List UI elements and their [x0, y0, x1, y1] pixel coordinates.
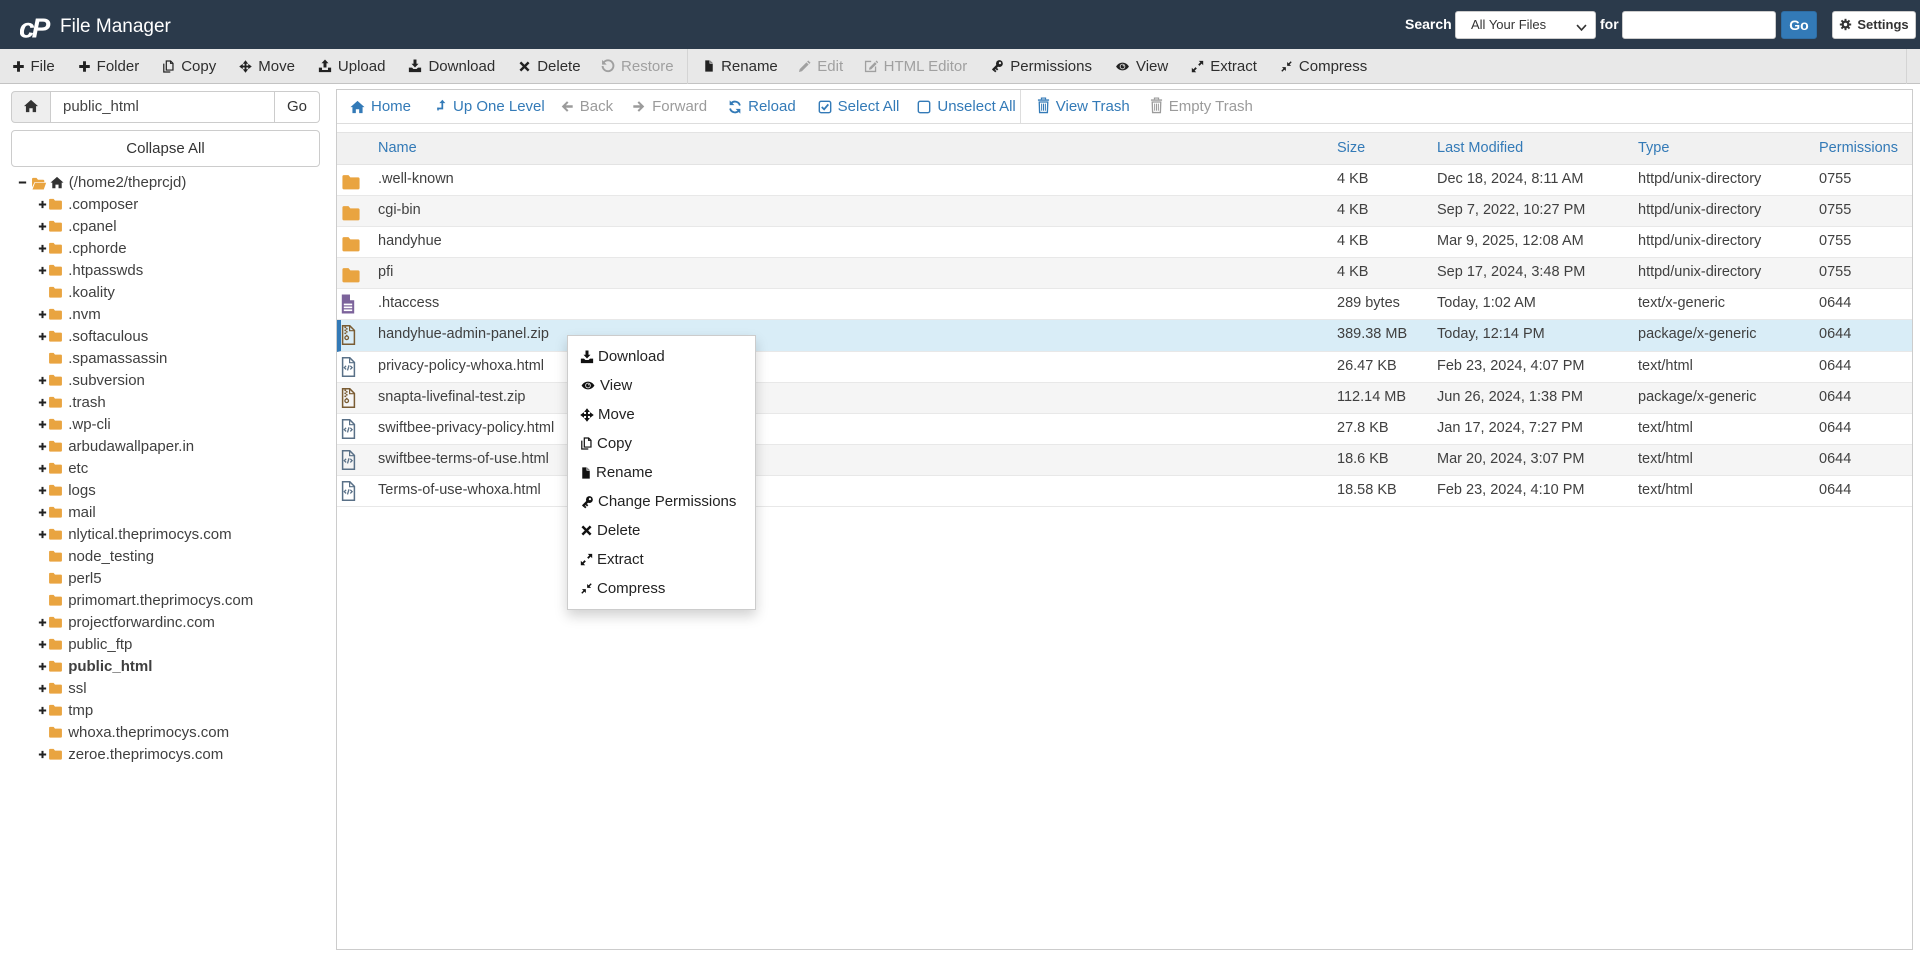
svg-text:cP: cP — [20, 15, 51, 41]
